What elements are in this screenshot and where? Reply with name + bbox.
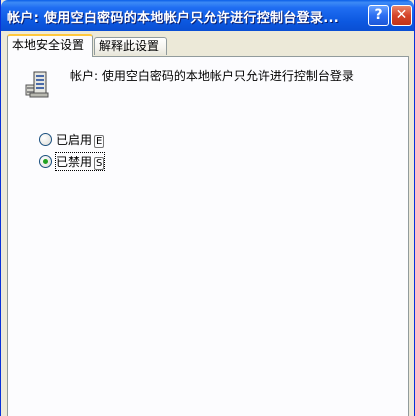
window-title: 帐户: 使用空白密码的本地帐户只允许进行控制台登录... bbox=[7, 11, 339, 26]
enabled-radio[interactable] bbox=[39, 132, 52, 146]
title-bar[interactable]: 帐户: 使用空白密码的本地帐户只允许进行控制台登录... ? ✕ bbox=[1, 0, 414, 31]
close-button[interactable]: ✕ bbox=[391, 5, 412, 26]
policy-properties-dialog: 帐户: 使用空白密码的本地帐户只允许进行控制台登录... ? ✕ 本地安全设置 … bbox=[0, 0, 415, 416]
tab-panel: 帐户: 使用空白密码的本地帐户只允许进行控制台登录 已启用 E 已禁用 S bbox=[7, 56, 409, 416]
disabled-label[interactable]: 已禁用 S bbox=[54, 151, 106, 171]
enabled-option[interactable]: 已启用 E bbox=[39, 131, 105, 148]
tab-explain-setting[interactable]: 解释此设置 bbox=[94, 37, 167, 55]
tab-local-security-setting[interactable]: 本地安全设置 bbox=[7, 34, 93, 57]
enabled-label[interactable]: 已启用 E bbox=[56, 131, 105, 148]
close-icon: ✕ bbox=[395, 7, 408, 23]
policy-description: 帐户: 使用空白密码的本地帐户只允许进行控制台登录 bbox=[70, 69, 354, 83]
disabled-option[interactable]: 已禁用 S bbox=[39, 151, 106, 171]
policy-server-icon bbox=[25, 71, 49, 98]
help-button[interactable]: ? bbox=[368, 5, 389, 26]
disabled-hotkey: S bbox=[94, 156, 105, 170]
enabled-hotkey: E bbox=[94, 134, 105, 148]
disabled-radio[interactable] bbox=[39, 154, 52, 168]
help-icon: ? bbox=[374, 7, 383, 23]
